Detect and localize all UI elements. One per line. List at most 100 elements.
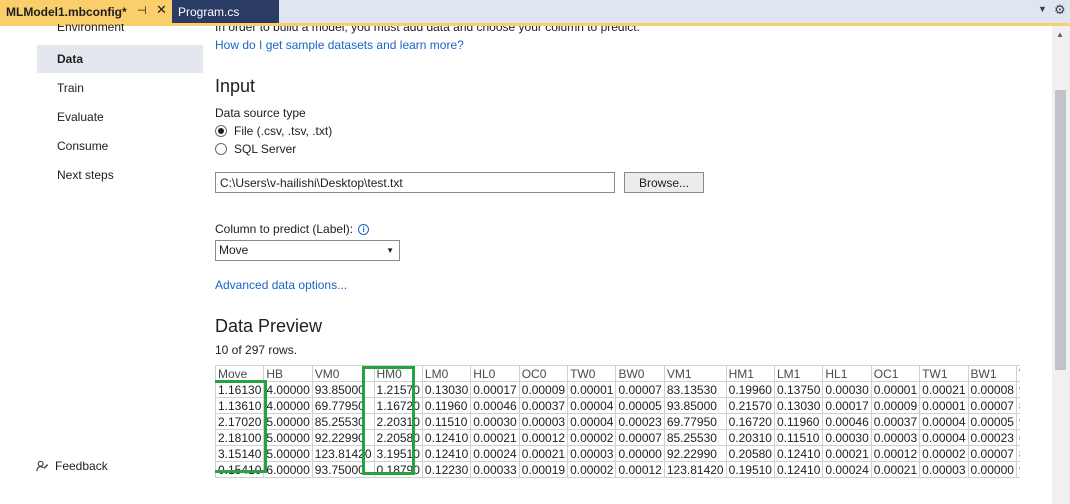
tab-mlmodel-mbconfig[interactable]: MLModel1.mbconfig* ⊣ ✕ [0, 0, 172, 23]
column-header: OC1 [870, 365, 921, 382]
table-cell: 0.00023 [967, 429, 1017, 446]
table-cell: 0.00000 [967, 461, 1017, 478]
gear-icon[interactable]: ⚙ [1054, 2, 1066, 18]
column-header: BW0 [615, 365, 665, 382]
table-cell: 0.00012 [870, 445, 921, 462]
table-cell: 0.00046 [822, 413, 872, 430]
pin-icon[interactable]: ⊣ [137, 4, 147, 17]
intro-text: In order to build a model, you must add … [215, 26, 640, 34]
radio-sql-label: SQL Server [234, 142, 297, 156]
radio-button-checked[interactable] [215, 125, 227, 137]
file-path-input[interactable] [215, 172, 615, 193]
column-header: BW1 [967, 365, 1017, 382]
table-cell: 0.00007 [967, 445, 1017, 462]
table-body: 1.16130 4.00000 93.85000 1.21570 0.13030 0.00… [215, 381, 1020, 478]
table-cell: 0.00030 [822, 381, 872, 398]
column-header: LM1 [773, 365, 824, 382]
data-preview-table-container[interactable]: Move HB VM0 HM0 LM0 HL0 OC0 TW0 BW0 VM1 HM1 LM1 HL1 O… [215, 365, 1020, 504]
table-cell: 0.00007 [615, 381, 665, 398]
table-cell: 0.00024 [470, 445, 520, 462]
table-cell: 0.13750 [773, 381, 824, 398]
radio-sql-source[interactable]: SQL Server [215, 142, 296, 156]
table-cell: 0.00021 [518, 445, 569, 462]
table-cell: 0.13030 [773, 397, 824, 414]
column-header: OC0 [518, 365, 569, 382]
column-header: VM1 [663, 365, 727, 382]
table-cell: 0.00046 [470, 397, 520, 414]
table-cell: 0.00030 [822, 429, 872, 446]
feedback-button[interactable]: Feedback [36, 459, 108, 473]
sample-datasets-link[interactable]: How do I get sample datasets and learn m… [215, 38, 464, 52]
table-cell: 0.00001 [870, 381, 921, 398]
step-navigation: Environment Data Train Evaluate Consume … [0, 24, 206, 504]
nav-item-consume[interactable]: Consume [37, 132, 203, 160]
browse-button[interactable]: Browse... [624, 172, 704, 193]
table-cell: 0.00021 [919, 381, 969, 398]
chevron-down-icon[interactable]: ▼ [1038, 4, 1047, 14]
column-header: HL1 [822, 365, 872, 382]
close-icon[interactable]: ✕ [156, 2, 167, 18]
label-column-dropdown[interactable]: Move ▼ [215, 240, 400, 261]
table-cell: 5.00000 [263, 445, 313, 462]
nav-item-environment[interactable]: Environment [57, 24, 124, 36]
info-icon[interactable]: i [358, 223, 370, 235]
scrollbar-thumb[interactable] [1055, 90, 1066, 370]
table-cell: 0.00007 [615, 429, 665, 446]
table-cell: 0.11960 [421, 397, 472, 414]
radio-file-source[interactable]: File (.csv, .tsv, .txt) [215, 124, 332, 138]
column-header: HM1 [725, 365, 775, 382]
nav-item-data[interactable]: Data [37, 45, 203, 73]
table-cell: 0.00003 [567, 445, 617, 462]
table-cell: 0.00003 [518, 413, 569, 430]
table-row: 1.13610 4.00000 69.77950 1.16720 0.11960 0.00… [215, 397, 1020, 414]
table-cell: 85.25530 [663, 429, 727, 446]
radio-button[interactable] [215, 143, 227, 155]
data-step-panel: In order to build a model, you must add … [215, 26, 1045, 504]
table-cell: 0.00004 [919, 429, 969, 446]
column-header: VM2 [1015, 365, 1020, 382]
label-column-value: Move [219, 243, 249, 257]
column-header: LM0 [421, 365, 472, 382]
column-header: TW1 [919, 365, 969, 382]
advanced-data-options-link[interactable]: Advanced data options... [215, 278, 347, 292]
data-preview-heading: Data Preview [215, 316, 323, 336]
table-cell: 0.00021 [870, 461, 921, 478]
table-cell: 4.00000 [263, 397, 313, 414]
table-row: 3.15140 5.00000 123.81420 3.19510 0.12410 0.0… [215, 445, 1020, 462]
table-cell: 0.12230 [421, 461, 472, 478]
table-cell: 0.00004 [919, 413, 969, 430]
table-cell: 91.5331 [1015, 381, 1020, 398]
table-cell: 83.1353 [1015, 397, 1020, 414]
table-cell: 0.21570 [725, 397, 775, 414]
table-cell: 0.00019 [518, 461, 569, 478]
tab-title: MLModel1.mbconfig* [6, 4, 127, 19]
nav-item-train[interactable]: Train [37, 74, 203, 102]
table-row: 1.16130 4.00000 93.85000 1.21570 0.13030 0.00… [215, 381, 1020, 398]
table-cell: 0.12410 [773, 461, 824, 478]
tab-program-cs[interactable]: Program.cs [172, 0, 279, 23]
table-cell: 0.00012 [518, 429, 569, 446]
table-cell: 5.00000 [263, 429, 313, 446]
table-cell: 92.22990 [663, 445, 727, 462]
table-header-row: Move HB VM0 HM0 LM0 HL0 OC0 TW0 BW0 VM1 HM1 LM1 HL1 O… [215, 365, 1020, 382]
vertical-scrollbar[interactable]: ▲ [1052, 26, 1070, 504]
table-cell: 0.00033 [470, 461, 520, 478]
table-cell: 0.00005 [615, 397, 665, 414]
table-cell: 0.00021 [822, 445, 872, 462]
data-preview-table: Move HB VM0 HM0 LM0 HL0 OC0 TW0 BW0 VM1 HM1 LM1 HL1 O… [215, 365, 1020, 478]
table-cell: 0.13030 [421, 381, 472, 398]
table-cell: 0.19510 [725, 461, 775, 478]
nav-item-next-steps[interactable]: Next steps [37, 161, 203, 189]
table-cell: 0.00037 [870, 413, 921, 430]
table-cell: 69.77950 [663, 413, 727, 430]
table-cell: 0.00005 [967, 413, 1017, 430]
table-cell: 0.00009 [518, 381, 569, 398]
table-row: 0.15410 6.00000 93.75000 0.18790 0.12230 0.00… [215, 461, 1020, 478]
table-cell: 0.00004 [567, 413, 617, 430]
column-label-text: Column to predict (Label): [215, 222, 354, 236]
scroll-up-icon[interactable]: ▲ [1056, 30, 1064, 39]
table-cell: 0.00023 [615, 413, 665, 430]
table-cell: 0.00017 [470, 381, 520, 398]
table-cell: 6.00000 [263, 461, 313, 478]
nav-item-evaluate[interactable]: Evaluate [37, 103, 203, 131]
